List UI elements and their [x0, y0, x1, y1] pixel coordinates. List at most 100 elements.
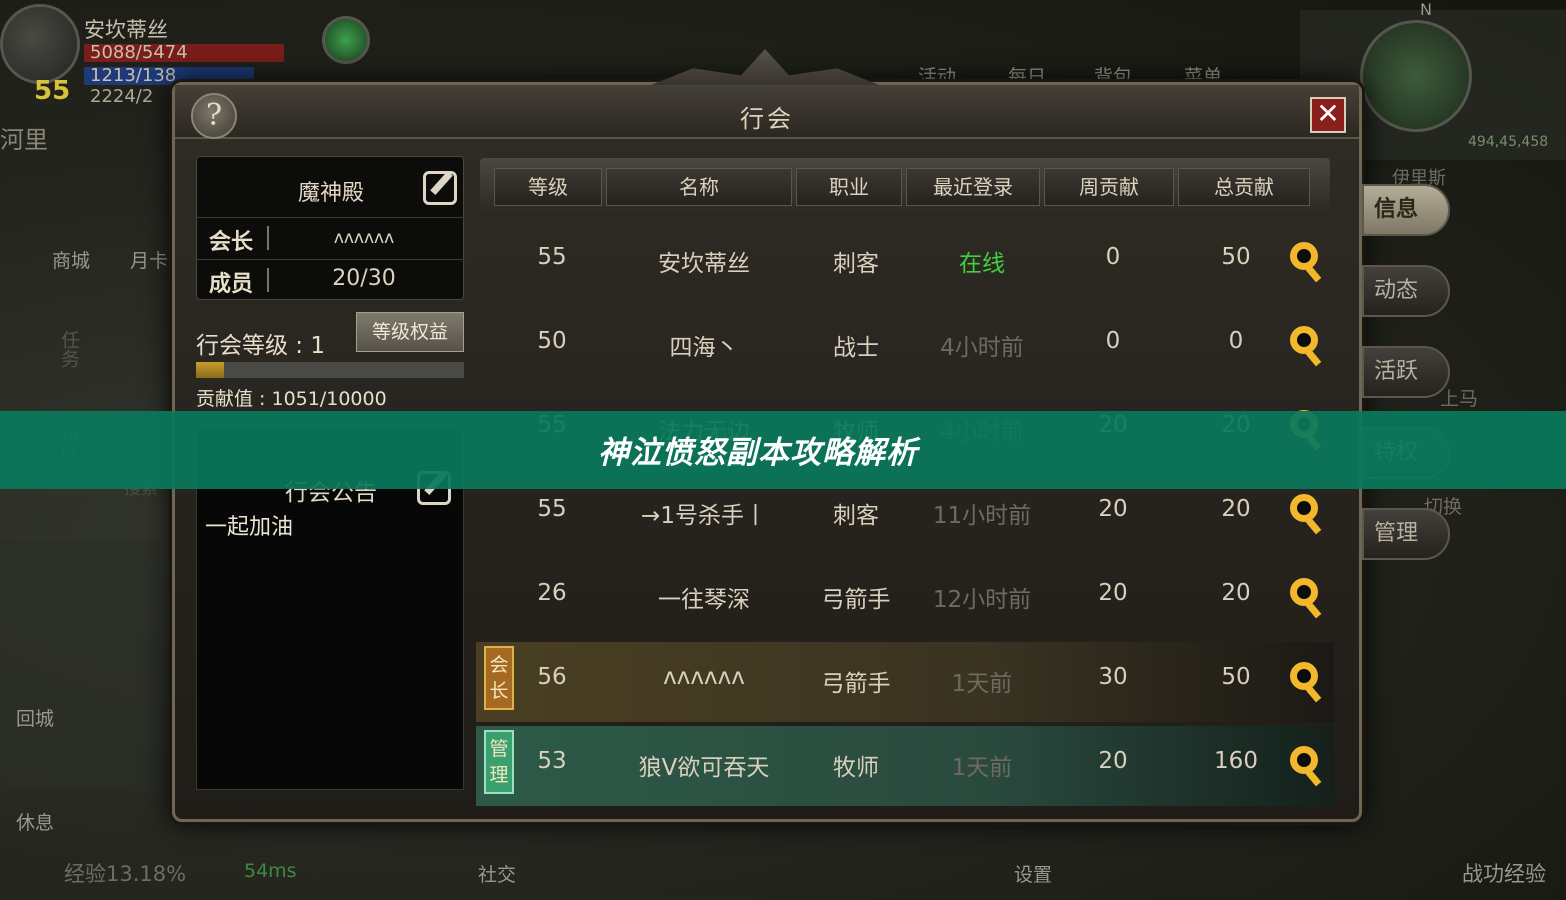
close-button[interactable]: ✕	[1310, 97, 1346, 133]
shop-label[interactable]: 商城	[52, 246, 90, 273]
header-last-login[interactable]: 最近登录	[906, 168, 1040, 206]
help-button[interactable]: ?	[191, 93, 237, 139]
members-label: 成员	[209, 272, 254, 297]
magnifier-handle	[1305, 685, 1322, 703]
cell-job: 弓箭手	[821, 587, 891, 613]
leader-label: 会长	[209, 230, 254, 255]
magnifier-ring	[1290, 578, 1318, 606]
cell-last-login: 11小时前	[932, 503, 1032, 529]
settings-label[interactable]: 设置	[1014, 860, 1052, 887]
magnifier-ring	[1290, 662, 1318, 690]
notice-text: 一起加油	[205, 515, 294, 540]
cell-weekly: 20	[1098, 748, 1128, 774]
cell-total: 20	[1221, 496, 1251, 522]
rest-label[interactable]: 休息	[16, 808, 54, 835]
header-weekly[interactable]: 周贡献	[1044, 168, 1174, 206]
header-job[interactable]: 职业	[796, 168, 902, 206]
cell-name: →1号杀手丨	[641, 503, 767, 529]
table-header: 等级 名称 职业 最近登录 周贡献 总贡献	[480, 158, 1330, 216]
members-row: 成员 20/30	[197, 259, 465, 297]
admin-badge: 管理	[484, 730, 514, 794]
view-member-icon[interactable]	[1288, 578, 1322, 619]
cell-level: 26	[537, 580, 567, 606]
cell-total: 0	[1228, 328, 1244, 354]
title-banner: 神泣愤怒副本攻略解析	[0, 411, 1566, 489]
tab-info[interactable]: 信息	[1362, 184, 1450, 236]
leader-row: 会长 ʌʌʌʌʌʌ	[197, 217, 465, 255]
cell-weekly: 0	[1105, 244, 1121, 270]
cell-level: 53	[537, 748, 567, 774]
cell-job: 牧师	[833, 755, 879, 781]
map-coords: 494,45,458	[1468, 134, 1549, 150]
cell-job: 刺客	[833, 251, 879, 277]
members-value: 20/30	[332, 266, 396, 291]
table-row[interactable]: 55 安坎蒂丝 刺客 在线 0 50	[476, 222, 1334, 302]
monthly-card-label[interactable]: 月卡	[130, 246, 168, 273]
table-row[interactable]: 管理 53 狼V欲可吞天 牧师 1天前 20 160	[476, 726, 1334, 806]
table-row[interactable]: 26 一往琴深 弓箭手 12小时前 20 20	[476, 558, 1334, 638]
cell-level: 50	[537, 328, 567, 354]
magnifier-ring	[1290, 746, 1318, 774]
cell-last-login: 1天前	[951, 755, 1013, 781]
cell-level: 55	[537, 244, 567, 270]
cell-weekly: 20	[1098, 580, 1128, 606]
view-member-icon[interactable]	[1288, 326, 1322, 367]
edit-name-icon[interactable]	[423, 171, 457, 205]
cell-name: ʌʌʌʌʌʌ	[663, 664, 745, 690]
ping-text: 54ms	[244, 860, 297, 882]
map-label: 河里	[0, 126, 48, 154]
cell-name: 安坎蒂丝	[658, 251, 750, 277]
view-member-icon[interactable]	[1288, 242, 1322, 283]
cell-job: 刺客	[833, 503, 879, 529]
table-row[interactable]: 50 四海丶 战士 4小时前 0 0	[476, 306, 1334, 386]
cell-name: 一往琴深	[658, 587, 750, 613]
exp-percent: 经验13.18%	[64, 862, 187, 886]
leader-value: ʌʌʌʌʌʌ	[333, 228, 395, 248]
cell-weekly: 30	[1098, 664, 1128, 690]
view-member-icon[interactable]	[1288, 494, 1322, 535]
cell-level: 55	[537, 496, 567, 522]
header-name[interactable]: 名称	[606, 168, 792, 206]
panel-title: 行会	[740, 105, 794, 133]
header-total[interactable]: 总贡献	[1178, 168, 1310, 206]
guild-summary: 魔神殿 会长 ʌʌʌʌʌʌ 成员 20/30	[196, 156, 465, 300]
guild-level: 行会等级 : 1	[196, 333, 326, 359]
panel-titlebar: 行会	[175, 85, 1359, 139]
magnifier-handle	[1305, 769, 1322, 787]
merit-exp-label: 战功经验	[1462, 862, 1546, 886]
tab-manage[interactable]: 管理	[1362, 508, 1450, 560]
mount-label[interactable]: 上马	[1440, 384, 1478, 411]
mp-text: 1213/138	[90, 65, 177, 86]
contribution-text: 贡献值 : 1051/10000	[196, 388, 387, 410]
magnifier-handle	[1305, 349, 1322, 367]
player-avatar[interactable]	[0, 4, 80, 84]
cell-job: 弓箭手	[821, 671, 891, 697]
cell-name: 狼V欲可吞天	[638, 755, 770, 781]
hp-text: 5088/5474	[90, 42, 188, 63]
player-level: 55	[34, 76, 71, 106]
header-level[interactable]: 等级	[494, 168, 602, 206]
table-row[interactable]: 会长 56 ʌʌʌʌʌʌ 弓箭手 1天前 30 50	[476, 642, 1334, 722]
magnifier-handle	[1305, 601, 1322, 619]
cell-last-login: 12小时前	[932, 587, 1032, 613]
tab-news[interactable]: 动态	[1362, 265, 1450, 317]
cell-total: 50	[1221, 244, 1251, 270]
cell-total: 160	[1214, 748, 1258, 774]
view-member-icon[interactable]	[1288, 662, 1322, 703]
minimap[interactable]	[1360, 20, 1472, 132]
social-label[interactable]: 社交	[478, 860, 516, 887]
compass-north: N	[1420, 0, 1432, 19]
task-label[interactable]: 任务	[56, 330, 83, 368]
cell-total: 50	[1221, 664, 1251, 690]
cell-weekly: 20	[1098, 496, 1128, 522]
level-benefits-button[interactable]: 等级权益	[356, 312, 464, 352]
cell-name: 四海丶	[669, 335, 739, 361]
magnifier-ring	[1290, 326, 1318, 354]
tab-activity[interactable]: 活跃	[1362, 346, 1450, 398]
return-city-label[interactable]: 回城	[16, 704, 54, 731]
globe-icon[interactable]	[322, 16, 370, 64]
cell-last-login: 4小时前	[940, 335, 1024, 361]
view-member-icon[interactable]	[1288, 746, 1322, 787]
contribution-progress-fill	[196, 362, 225, 378]
banner-title: 神泣愤怒副本攻略解析	[598, 435, 918, 471]
